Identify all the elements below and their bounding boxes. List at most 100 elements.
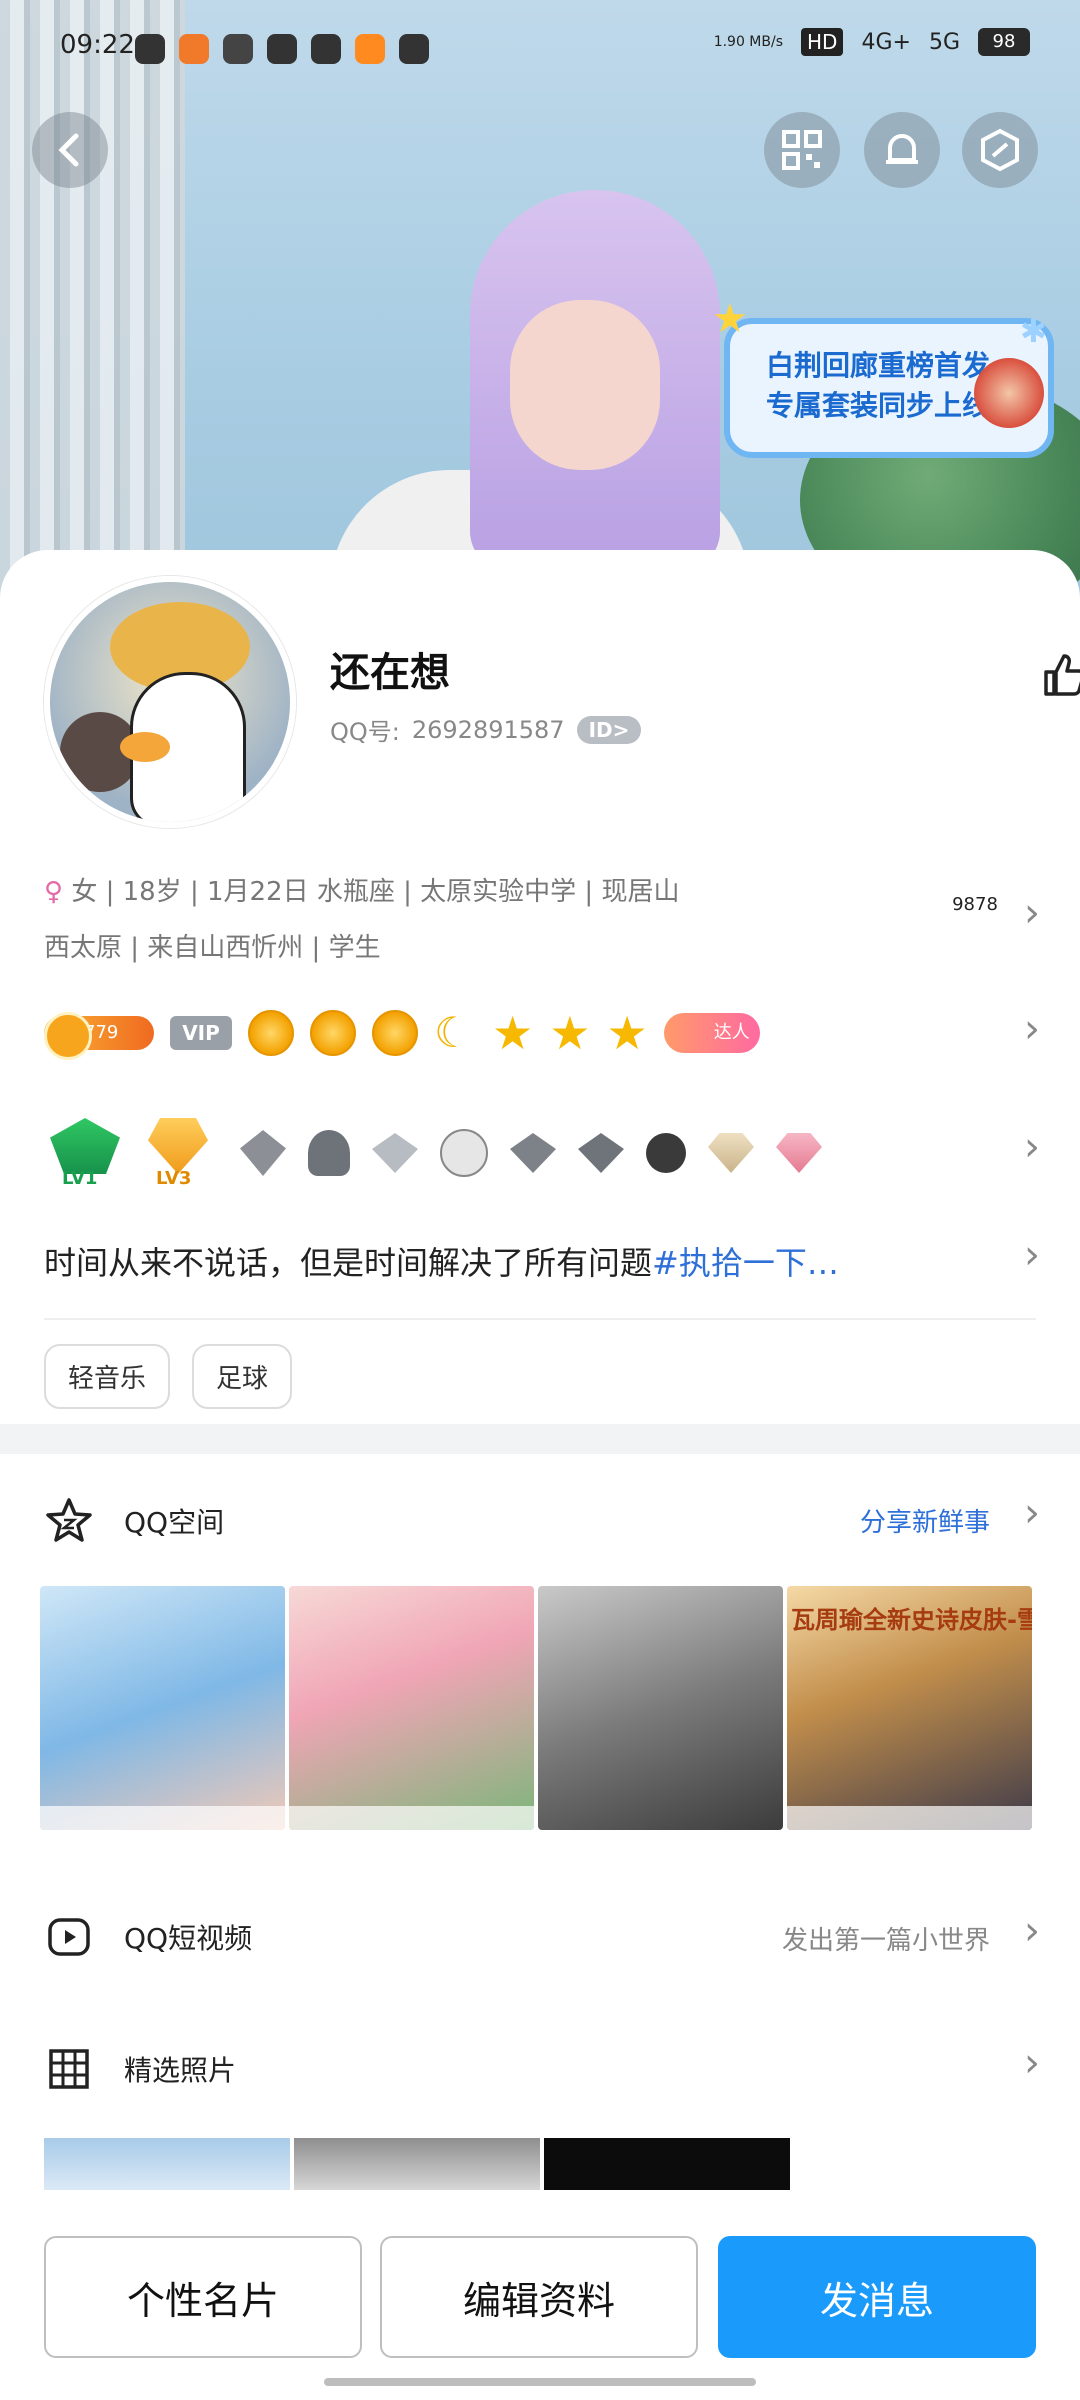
lv3-medal: LV3 [148, 1118, 218, 1189]
daren-badge: 达人 [663, 1013, 760, 1053]
qzone-thumbnail[interactable]: 瓦周瑜全新史诗皮肤-雪夜扬 [787, 1586, 1032, 1830]
qr-code-button[interactable] [764, 112, 840, 188]
info-line1: 女 | 18岁 | 1月22日 水瓶座 | 太原实验中学 | 现居山 [71, 877, 680, 907]
short-video-title: QQ短视频 [124, 1922, 253, 1955]
signature-chevron-icon[interactable]: › [1024, 1232, 1040, 1278]
penguin-icon [308, 1130, 350, 1176]
qzone-title: QQ空间 [124, 1506, 225, 1539]
featured-photo[interactable] [294, 2138, 540, 2190]
status-right: 1.90 MB/s HD 4G+ 5G 98 [714, 28, 1030, 56]
featured-photos [44, 2138, 790, 2190]
qzone-thumbnails: 瓦周瑜全新史诗皮肤-雪夜扬 [40, 1586, 1032, 1830]
qzone-thumbnail[interactable] [40, 1586, 285, 1830]
info-chevron-icon[interactable]: › [1024, 890, 1040, 936]
beige-diamond-icon [708, 1133, 754, 1173]
broadcast-icon [223, 34, 253, 64]
promo-banner[interactable]: 白荆回廊重榜首发 专属套装同步上线 [724, 318, 1054, 458]
signal-5g: 5G [928, 29, 960, 55]
green-gem-icon [50, 1118, 120, 1174]
divider [44, 1318, 1036, 1320]
interest-tag[interactable]: 轻音乐 [44, 1344, 171, 1409]
crowned-penguin-icon [646, 1133, 686, 1173]
signature-text: 时间从来不说话，但是时间解决了所有问题 [44, 1244, 653, 1282]
id-badge[interactable]: ID> [576, 715, 642, 744]
badge-chevron-icon[interactable]: › [1024, 1006, 1040, 1052]
short-video-chevron-icon[interactable]: › [1024, 1908, 1040, 1954]
bell-icon [886, 134, 918, 164]
pink-diamond-icon [776, 1133, 822, 1173]
status-app-icons [135, 34, 429, 64]
qzone-thumbnail[interactable] [538, 1586, 783, 1830]
settings-button[interactable] [962, 112, 1038, 188]
status-bar: 09:22 1.90 MB/s HD 4G+ 5G 98 [0, 0, 1080, 96]
qzone-share-link[interactable]: 分享新鲜事 [860, 1502, 990, 1539]
bomb-icon [440, 1129, 488, 1177]
moon-icon: ☾ [434, 1008, 472, 1057]
notification-button[interactable] [864, 112, 940, 188]
badge-row[interactable]: 779 VIP ☾ ★ ★ ★ 达人 [44, 1008, 760, 1060]
vip-badge: VIP [170, 1016, 232, 1050]
signature[interactable]: 时间从来不说话，但是时间解决了所有问题#执拾一下… [44, 1238, 974, 1284]
lv3-label: LV3 [156, 1168, 192, 1189]
qq-number-row: QQ号: 2692891587 ID> [330, 712, 642, 747]
diamond-icon [372, 1133, 418, 1173]
qzone-chevron-icon[interactable]: › [1024, 1490, 1040, 1536]
promo-mascot [974, 358, 1044, 428]
bottom-action-bar: 个性名片 编辑资料 发消息 [0, 2190, 1080, 2400]
avatar-beak [120, 732, 170, 762]
gender-icon: ♀ [44, 877, 64, 907]
short-video-hint[interactable]: 发出第一篇小世界 [782, 1920, 990, 1957]
thumbnail-caption-bar [40, 1806, 285, 1830]
grid-icon [44, 2044, 94, 2094]
avatar[interactable] [44, 576, 296, 828]
chevron-left-icon [58, 133, 79, 167]
video-app-icon [355, 34, 385, 64]
short-video-section-header[interactable]: QQ短视频 [44, 1912, 252, 1962]
like-count: 9878 [952, 894, 998, 915]
profile-card-button[interactable]: 个性名片 [44, 2236, 362, 2358]
featured-photo[interactable] [44, 2138, 290, 2190]
net-speed: 1.90 MB/s [713, 34, 784, 50]
message-app-icon [399, 34, 429, 64]
qzone-thumbnail[interactable] [289, 1586, 534, 1830]
gray-crystal-icon [240, 1130, 286, 1176]
medal-row[interactable]: LV1 LV3 [50, 1118, 822, 1189]
medal-chevron-icon[interactable]: › [1024, 1124, 1040, 1170]
sun-icon [310, 1010, 356, 1056]
thumbnail-caption-bar [787, 1806, 1032, 1830]
lv1-medal: LV1 [50, 1118, 126, 1189]
short-video-icon [44, 1912, 94, 1962]
featured-photo[interactable] [544, 2138, 790, 2190]
thumbnail-caption-bar [289, 1806, 534, 1830]
hexagon-icon [981, 128, 1019, 172]
planet-icon [267, 34, 297, 64]
hd-badge: HD [801, 28, 844, 56]
like-button[interactable]: 9878 [940, 650, 1080, 915]
qzone-section-header[interactable]: QQ空间 [44, 1496, 224, 1546]
qr-code-icon [782, 130, 822, 170]
photos-chevron-icon[interactable]: › [1024, 2040, 1040, 2086]
nickname: 还在想 [330, 650, 450, 696]
star-icon: ★ [712, 296, 748, 342]
home-indicator[interactable] [324, 2378, 756, 2386]
sun-icon [248, 1010, 294, 1056]
gold-badge-icon [148, 1118, 208, 1174]
interest-tag[interactable]: 足球 [192, 1344, 293, 1409]
sun-icon [372, 1010, 418, 1056]
section-gap [0, 1424, 1080, 1454]
back-button[interactable] [32, 112, 108, 188]
interest-tags: 轻音乐 足球 [44, 1344, 293, 1409]
qq-number[interactable]: 2692891587 [412, 716, 565, 744]
gear-decoration-icon: ✱ [1020, 312, 1047, 350]
level-badge: 779 [44, 1012, 154, 1060]
info-line2: 西太原 | 来自山西忻州 | 学生 [44, 933, 381, 963]
send-message-button[interactable]: 发消息 [718, 2236, 1036, 2358]
wechat-icon [311, 34, 341, 64]
personal-info[interactable]: ♀ 女 | 18岁 | 1月22日 水瓶座 | 太原实验中学 | 现居山 西太原… [44, 864, 944, 976]
music-icon [135, 34, 165, 64]
status-time: 09:22 [60, 30, 135, 60]
signature-tag[interactable]: #执拾一下… [652, 1244, 839, 1282]
thumbs-up-icon [940, 650, 1080, 894]
edit-profile-button[interactable]: 编辑资料 [380, 2236, 698, 2358]
photos-section-header[interactable]: 精选照片 [44, 2044, 236, 2094]
